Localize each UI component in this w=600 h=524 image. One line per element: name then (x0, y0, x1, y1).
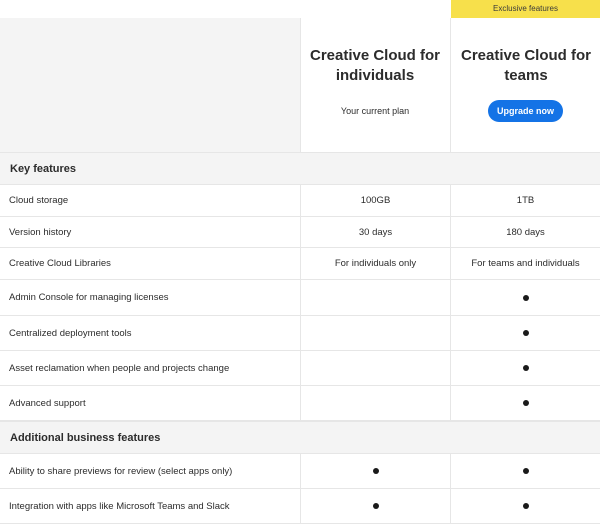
feature-name: Cloud storage (9, 195, 69, 206)
section-header-additional-business-features: Additional business features (0, 421, 600, 454)
individuals-value (300, 386, 450, 420)
bullet-dot-icon (372, 503, 379, 509)
individuals-value: 30 days (300, 217, 450, 247)
plan-comparison: Exclusive features Creative Cloud for in… (0, 0, 600, 524)
table-row: Ability to share previews for review (se… (0, 454, 600, 489)
plan-teams-title: Creative Cloud for teams (460, 47, 592, 84)
bullet-dot-icon (522, 294, 529, 301)
feature-name: Ability to share previews for review (se… (9, 465, 233, 477)
feature-name: Version history (9, 226, 72, 238)
section-header-key-features: Key features (0, 152, 600, 185)
feature-name: Advanced support (9, 397, 86, 409)
bullet-dot-icon (522, 330, 529, 336)
teams-value (450, 280, 600, 315)
plan-individuals-header: Creative Cloud for individuals Your curr… (300, 18, 449, 152)
table-row: Integration with apps like Microsoft Tea… (0, 489, 600, 524)
feature-name: Asset reclamation when people and projec… (9, 362, 230, 374)
bullet-dot-icon (522, 503, 529, 509)
feature-name: Creative Cloud Libraries (9, 258, 111, 269)
table-row: Version history 30 days 180 days (0, 217, 600, 248)
current-plan-label: Your current plan (340, 106, 410, 116)
feature-name: Centralized deployment tools (9, 327, 132, 339)
features-table: Key features Cloud storage 100GB 1TB Ver… (0, 152, 600, 524)
plan-teams-header: Creative Cloud for teams Upgrade now (450, 18, 600, 152)
individuals-value (300, 351, 450, 385)
teams-value: 1TB (450, 185, 600, 216)
table-row: Asset reclamation when people and projec… (0, 351, 600, 386)
individuals-value (300, 316, 450, 350)
table-row: Centralized deployment tools (0, 316, 600, 351)
header-blank (0, 18, 300, 152)
teams-value: 180 days (450, 217, 600, 247)
section-label: Key features (10, 163, 77, 175)
teams-value (450, 316, 600, 350)
individuals-value: For individuals only (300, 248, 450, 279)
feature-name: Admin Console for managing licenses (9, 292, 169, 303)
table-row: Creative Cloud Libraries For individuals… (0, 248, 600, 280)
bullet-dot-icon (522, 468, 529, 474)
bullet-dot-icon (522, 400, 529, 406)
teams-value: For teams and individuals (450, 248, 600, 279)
bullet-dot-icon (522, 365, 529, 371)
upgrade-now-button[interactable]: Upgrade now (488, 100, 563, 122)
plan-individuals-title: Creative Cloud for individuals (309, 47, 441, 84)
exclusive-features-badge: Exclusive features (451, 0, 600, 18)
table-row: Advanced support (0, 386, 600, 421)
table-row: Cloud storage 100GB 1TB (0, 185, 600, 217)
section-label: Additional business features (10, 432, 161, 444)
teams-value (450, 386, 600, 420)
teams-value (450, 454, 600, 488)
teams-value (450, 351, 600, 385)
plan-header: Exclusive features Creative Cloud for in… (0, 0, 600, 152)
individuals-value: 100GB (300, 185, 450, 216)
bullet-dot-icon (372, 468, 379, 474)
individuals-value (300, 280, 450, 315)
table-row: Admin Console for managing licenses (0, 280, 600, 316)
individuals-value (300, 454, 450, 488)
